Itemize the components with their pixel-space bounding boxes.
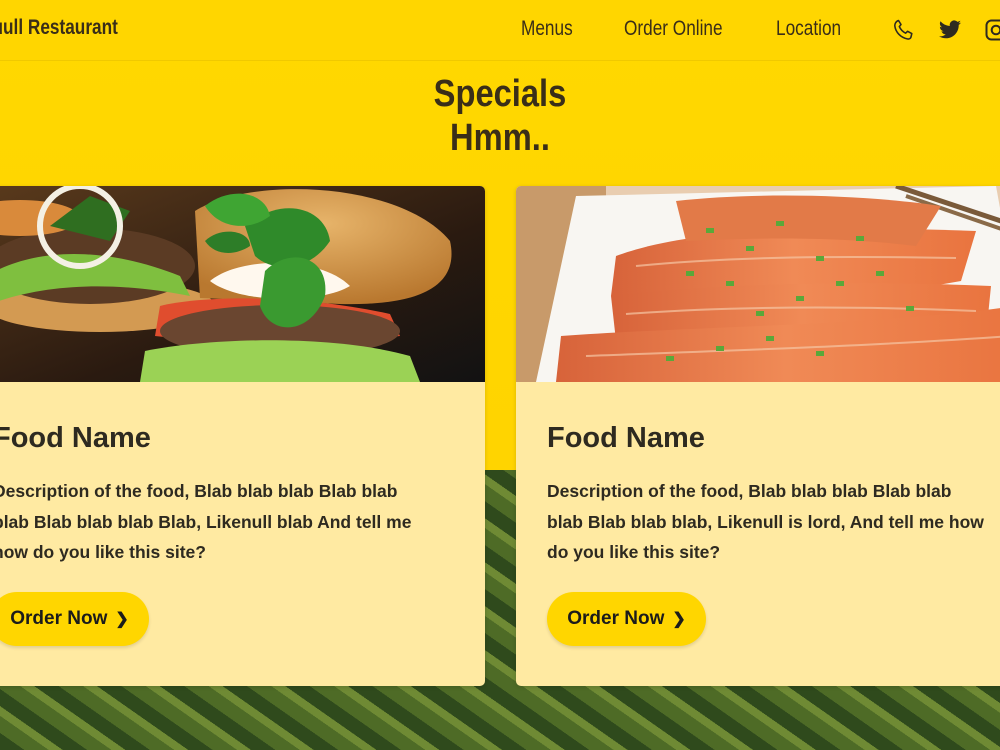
site-header: nuull Restaurant Menus Order Online Loca… xyxy=(0,0,1000,61)
order-now-label: Order Now xyxy=(567,608,665,629)
food-name: Food Name xyxy=(547,422,705,454)
food-card-burger: Food Name Description of the food, Blab … xyxy=(0,186,485,686)
burger-image xyxy=(0,186,485,382)
brand-logo[interactable]: nuull Restaurant xyxy=(0,16,118,40)
section-title: Specials Hmm.. xyxy=(0,72,1000,160)
twitter-icon[interactable] xyxy=(938,18,962,42)
chevron-right-icon: ❯ xyxy=(672,611,686,628)
instagram-icon[interactable] xyxy=(984,18,1000,42)
section-title-line1: Specials xyxy=(433,73,567,115)
chevron-right-icon: ❯ xyxy=(115,611,129,628)
food-description: Description of the food, Blab blab blab … xyxy=(0,481,412,562)
food-description: Description of the food, Blab blab blab … xyxy=(547,481,984,562)
order-now-button[interactable]: Order Now ❯ xyxy=(0,592,149,646)
nav-link-menus[interactable]: Menus xyxy=(521,17,573,41)
order-now-button[interactable]: Order Now ❯ xyxy=(547,592,706,646)
food-card-salmon: Food Name Description of the food, Blab … xyxy=(516,186,1000,686)
phone-icon[interactable] xyxy=(892,18,916,42)
salmon-image xyxy=(516,186,1000,382)
food-name: Food Name xyxy=(0,422,151,454)
nav-link-location[interactable]: Location xyxy=(776,17,841,41)
section-title-line2: Hmm.. xyxy=(450,117,550,159)
nav-link-order-online[interactable]: Order Online xyxy=(624,17,723,41)
order-now-label: Order Now xyxy=(10,608,108,629)
